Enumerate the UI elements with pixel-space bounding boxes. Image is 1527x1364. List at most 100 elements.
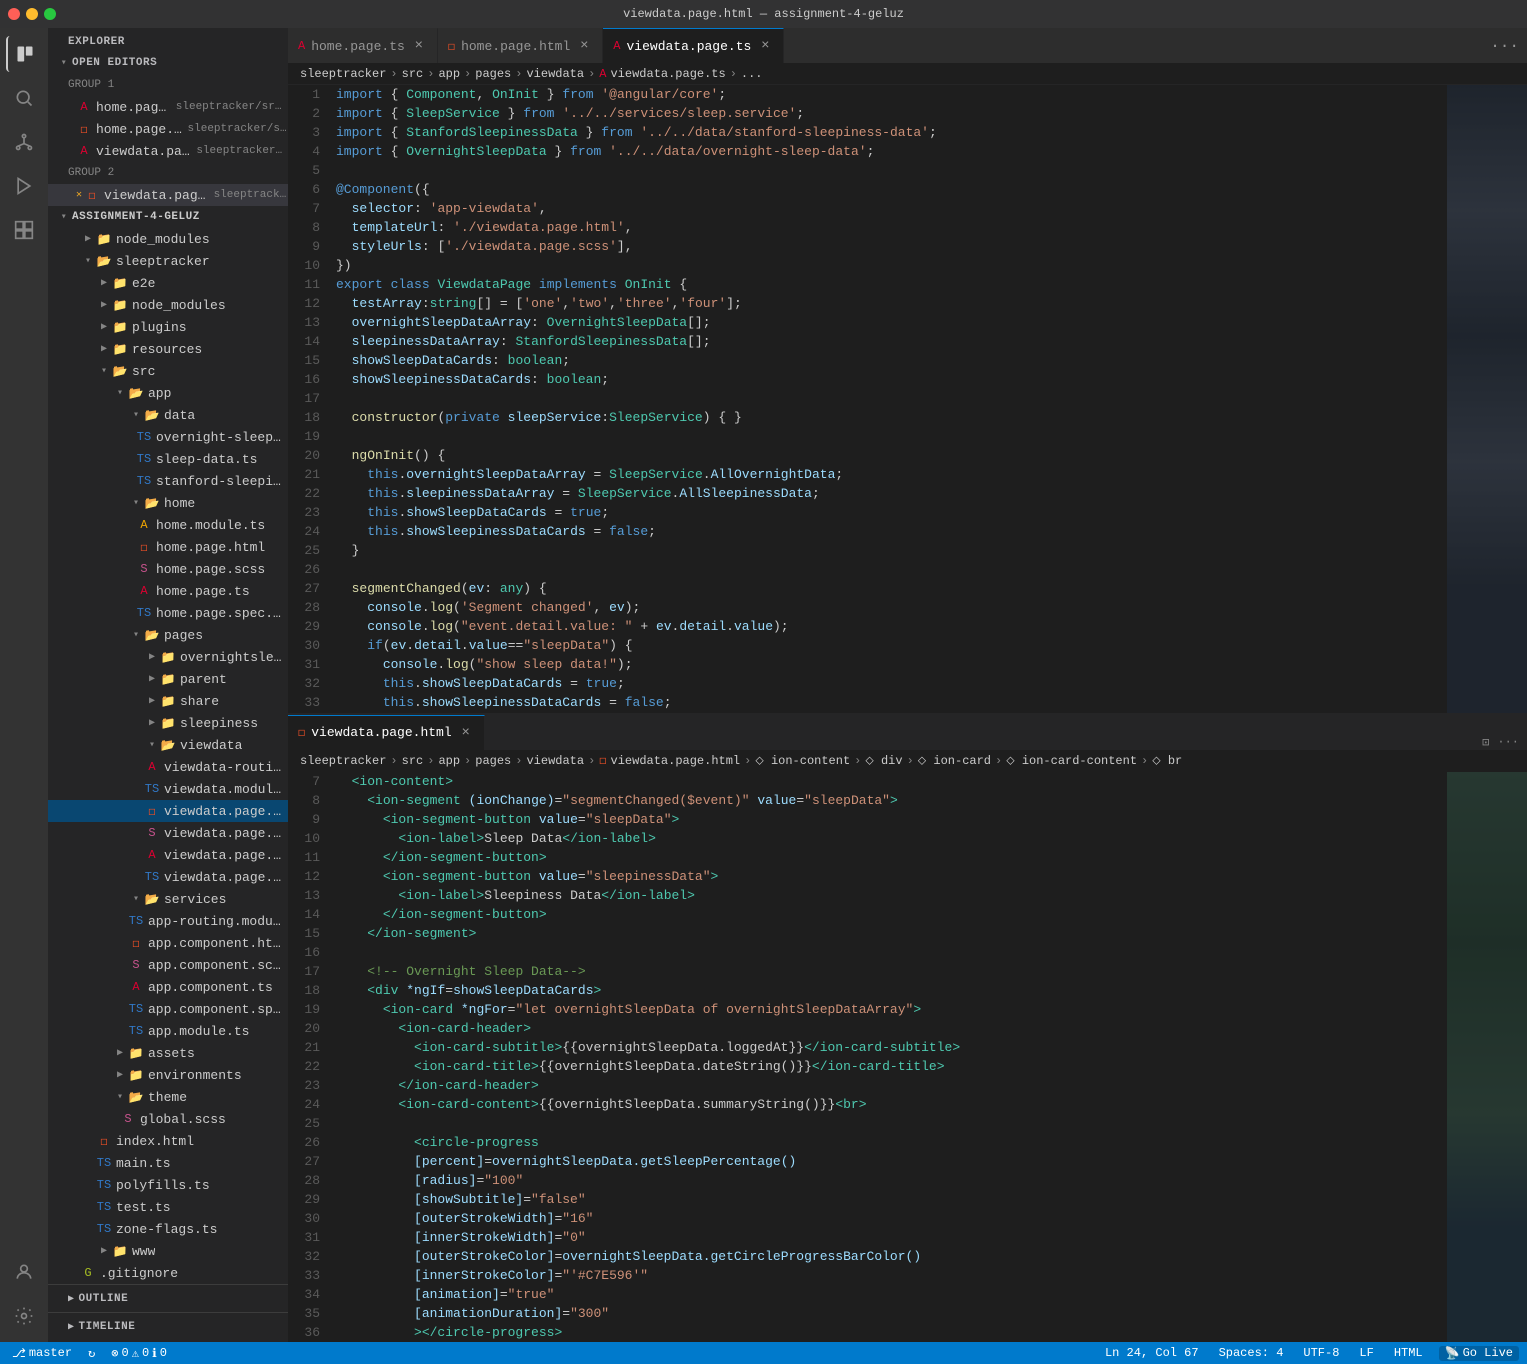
gitignore-file[interactable]: G .gitignore xyxy=(48,1262,288,1284)
activity-icon-search[interactable] xyxy=(6,80,42,116)
app-component-html[interactable]: ◻ app.component.html xyxy=(48,932,288,954)
tab-viewdata-ts-close[interactable]: × xyxy=(757,38,773,54)
tab-home-ts[interactable]: A home.page.ts × xyxy=(288,28,438,63)
window-controls[interactable] xyxy=(8,8,56,20)
tab-home-html-close[interactable]: × xyxy=(576,38,592,54)
status-encoding[interactable]: UTF-8 xyxy=(1299,1346,1343,1360)
sleeptracker-folder[interactable]: ▾ 📂 sleeptracker xyxy=(48,250,288,272)
www-folder[interactable]: ▶ 📁 www xyxy=(48,1240,288,1262)
theme-folder[interactable]: ▾ 📂 theme xyxy=(48,1086,288,1108)
sleep-data-ts-label: sleep-data.ts xyxy=(156,452,257,467)
polyfills-ts[interactable]: TS polyfills.ts xyxy=(48,1174,288,1196)
timeline-panel[interactable]: ▶ TIMELINE xyxy=(48,1312,288,1340)
timeline-arrow: ▶ xyxy=(68,1321,75,1333)
activity-icon-account[interactable] xyxy=(6,1254,42,1290)
parent-folder[interactable]: ▶ 📁 parent xyxy=(48,668,288,690)
zone-flags-ts[interactable]: TS zone-flags.ts xyxy=(48,1218,288,1240)
tab-home-html[interactable]: ◻ home.page.html × xyxy=(438,28,603,63)
code-content-ts[interactable]: import { Component, OnInit } from '@angu… xyxy=(328,85,1447,713)
outline-panel[interactable]: ▶ OUTLINE xyxy=(48,1284,288,1312)
split-editor-icon[interactable]: ⊡ xyxy=(1482,735,1489,750)
pages-folder[interactable]: ▾ 📂 pages xyxy=(48,624,288,646)
viewdata-routing-module[interactable]: A viewdata-routing.module... xyxy=(48,756,288,778)
activity-icon-source-control[interactable] xyxy=(6,124,42,160)
open-file-home-html[interactable]: ◻ home.page.html sleeptracker/src... xyxy=(48,118,288,140)
tab-viewdata-html-bottom[interactable]: ◻ viewdata.page.html × xyxy=(288,715,485,750)
share-folder[interactable]: ▶ 📁 share xyxy=(48,690,288,712)
src-icon: 📂 xyxy=(112,363,128,379)
viewdata-page-scss-tree[interactable]: S viewdata.page.scss xyxy=(48,822,288,844)
maximize-button[interactable] xyxy=(44,8,56,20)
more-actions-icon[interactable]: ··· xyxy=(1497,735,1519,749)
global-scss[interactable]: S global.scss xyxy=(48,1108,288,1130)
viewdata-page-spec-tree[interactable]: TS viewdata.page.spec.ts xyxy=(48,866,288,888)
overnight-sleep-data-ts[interactable]: TS overnight-sleep-data.ts xyxy=(48,426,288,448)
sleepiness-folder[interactable]: ▶ 📁 sleepiness xyxy=(48,712,288,734)
tab-bar-more[interactable]: ··· xyxy=(1482,37,1527,55)
e2e-folder[interactable]: ▶ 📁 e2e xyxy=(48,272,288,294)
activity-icon-debug[interactable] xyxy=(6,168,42,204)
viewdata-module-ts[interactable]: TS viewdata.module.ts xyxy=(48,778,288,800)
index-html[interactable]: ◻ index.html xyxy=(48,1130,288,1152)
tab-home-html-label: home.page.html xyxy=(461,39,570,54)
status-branch[interactable]: ⎇ master xyxy=(8,1346,76,1361)
status-eol[interactable]: LF xyxy=(1355,1346,1377,1360)
src-folder[interactable]: ▾ 📂 src xyxy=(48,360,288,382)
open-editors-header[interactable]: ▾ OPEN EDITORS xyxy=(48,52,288,74)
code-editor-html[interactable]: 7891011 1213141516 1718192021 2223242526… xyxy=(288,772,1527,1343)
app-component-scss[interactable]: S app.component.scss xyxy=(48,954,288,976)
home-page-html-tree[interactable]: ◻ home.page.html xyxy=(48,536,288,558)
viewdata-page-html-tree[interactable]: ◻ viewdata.page.html xyxy=(48,800,288,822)
services-folder[interactable]: ▾ 📂 services xyxy=(48,888,288,910)
status-sync[interactable]: ↻ xyxy=(84,1346,99,1361)
status-errors[interactable]: ⊗ 0 ⚠ 0 ℹ 0 xyxy=(107,1346,171,1361)
home-page-ts-tree[interactable]: A home.page.ts xyxy=(48,580,288,602)
sleeptracker-node-modules[interactable]: ▶ 📁 node_modules xyxy=(48,294,288,316)
home-module-ts[interactable]: A home.module.ts xyxy=(48,514,288,536)
breadcrumb-top-text: sleeptracker xyxy=(300,67,386,81)
pages-arrow: ▾ xyxy=(128,629,144,641)
app-folder[interactable]: ▾ 📂 app xyxy=(48,382,288,404)
home-page-spec[interactable]: TS home.page.spec.ts xyxy=(48,602,288,624)
app-routing-module[interactable]: TS app-routing.module.ts xyxy=(48,910,288,932)
tab-viewdata-ts[interactable]: A viewdata.page.ts × xyxy=(603,28,784,63)
sleep-data-ts[interactable]: TS sleep-data.ts xyxy=(48,448,288,470)
open-file-viewdata-ts[interactable]: A viewdata.page.ts sleeptracker/sr... xyxy=(48,140,288,162)
viewdata-page-ts-tree[interactable]: A viewdata.page.ts xyxy=(48,844,288,866)
home-page-scss[interactable]: S home.page.scss xyxy=(48,558,288,580)
activity-icon-extensions[interactable] xyxy=(6,212,42,248)
resources-folder[interactable]: ▶ 📁 resources xyxy=(48,338,288,360)
node-modules-root[interactable]: ▶ 📁 node_modules xyxy=(48,228,288,250)
open-file-home-ts[interactable]: A home.page.ts sleeptracker/src/a... xyxy=(48,96,288,118)
minimize-button[interactable] xyxy=(26,8,38,20)
viewdata-folder[interactable]: ▾ 📂 viewdata xyxy=(48,734,288,756)
stanford-sleepiness-ts[interactable]: TS stanford-sleepiness-data.ts xyxy=(48,470,288,492)
activity-icon-settings[interactable] xyxy=(6,1298,42,1334)
www-arrow: ▶ xyxy=(96,1245,112,1257)
code-editor-ts[interactable]: 12345 678910 1112131415 1617181920 21222… xyxy=(288,85,1527,713)
app-module-ts[interactable]: TS app.module.ts xyxy=(48,1020,288,1042)
root-folder-header[interactable]: ▾ ASSIGNMENT-4-GELUZ xyxy=(48,206,288,228)
overnightsleep-folder[interactable]: ▶ 📁 overnightsleep xyxy=(48,646,288,668)
home-folder[interactable]: ▾ 📂 home xyxy=(48,492,288,514)
activity-icon-explorer[interactable] xyxy=(6,36,42,72)
assets-folder[interactable]: ▶ 📁 assets xyxy=(48,1042,288,1064)
tab-vd-html-close[interactable]: × xyxy=(458,725,474,741)
app-component-ts[interactable]: A app.component.ts xyxy=(48,976,288,998)
test-ts[interactable]: TS test.ts xyxy=(48,1196,288,1218)
environments-folder[interactable]: ▶ 📁 environments xyxy=(48,1064,288,1086)
open-file-viewdata-html[interactable]: ✕ ◻ viewdata.page.html sleeptracker... xyxy=(48,184,288,206)
nm2-icon: 📁 xyxy=(112,297,128,313)
status-position[interactable]: Ln 24, Col 67 xyxy=(1101,1346,1203,1360)
main-ts[interactable]: TS main.ts xyxy=(48,1152,288,1174)
code-content-html[interactable]: <ion-content> <ion-segment (ionChange)="… xyxy=(328,772,1447,1343)
plugins-folder[interactable]: ▶ 📁 plugins xyxy=(48,316,288,338)
status-language[interactable]: HTML xyxy=(1390,1346,1427,1360)
close-button[interactable] xyxy=(8,8,20,20)
tab-home-ts-close[interactable]: × xyxy=(411,38,427,54)
app-component-spec[interactable]: TS app.component.spec.ts xyxy=(48,998,288,1020)
status-live[interactable]: 📡 Go Live xyxy=(1439,1346,1519,1361)
status-spaces[interactable]: Spaces: 4 xyxy=(1215,1346,1288,1360)
bottom-tab-bar: ◻ viewdata.page.html × ⊡ ··· xyxy=(288,715,1527,750)
data-folder[interactable]: ▾ 📂 data xyxy=(48,404,288,426)
